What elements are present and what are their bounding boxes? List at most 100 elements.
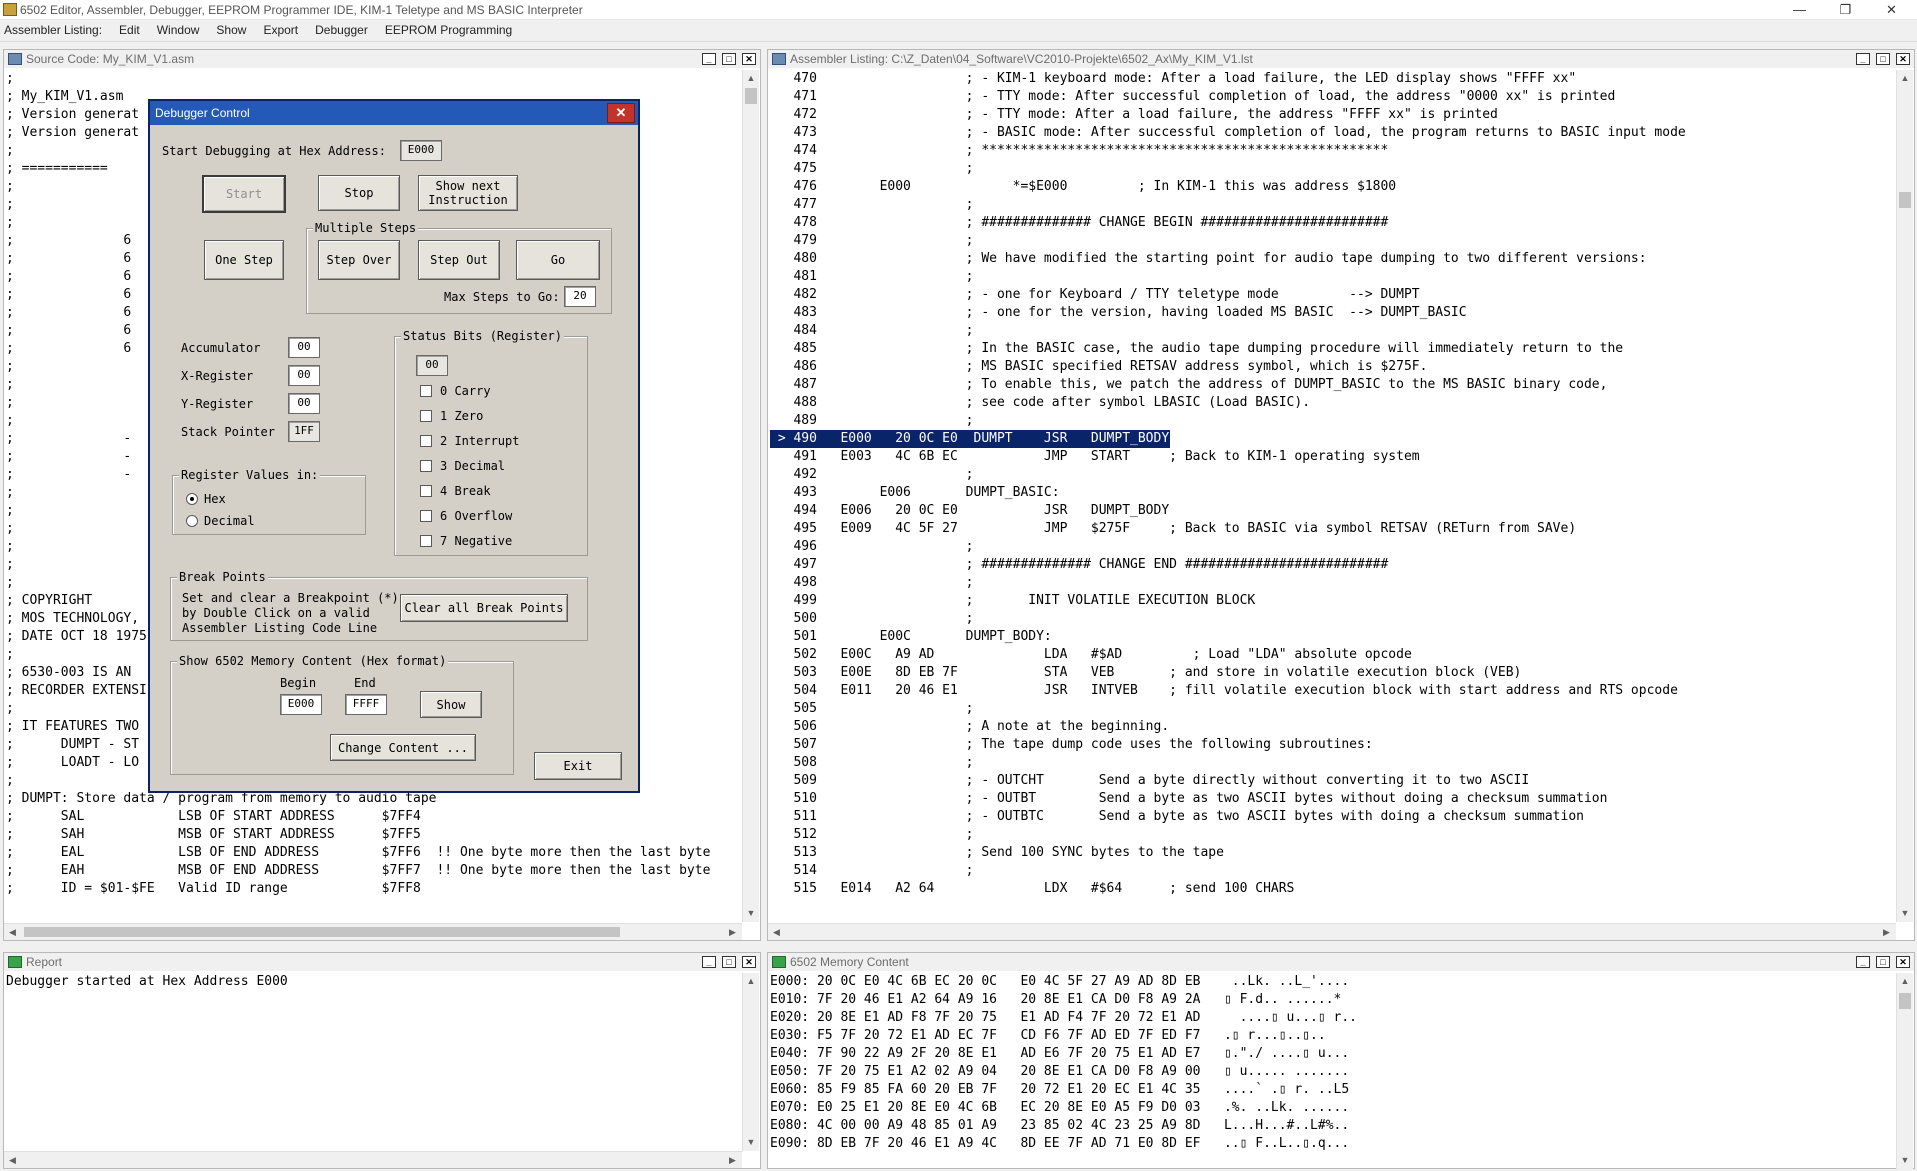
code-line[interactable]: 491 E003 4C 6B EC JMP START ; Back to KI… — [770, 448, 1895, 466]
source-horizontal-scrollbar[interactable]: ◀ ▶ — [4, 923, 742, 940]
scroll-thumb[interactable] — [1899, 993, 1911, 1009]
clear-all-break-points-button[interactable]: Clear all Break Points — [400, 594, 568, 622]
scroll-up-arrow-icon[interactable]: ▲ — [743, 70, 759, 87]
scroll-thumb[interactable] — [745, 88, 757, 104]
code-line[interactable]: 471 ; - TTY mode: After successful compl… — [770, 88, 1895, 106]
x-register-input[interactable]: 00 — [288, 365, 320, 386]
code-line[interactable]: 495 E009 4C 5F 27 JMP $275F ; Back to BA… — [770, 520, 1895, 538]
code-line[interactable]: 472 ; - TTY mode: After a load failure, … — [770, 106, 1895, 124]
status-bit-checkbox[interactable] — [420, 535, 432, 547]
status-bit-checkbox[interactable] — [420, 435, 432, 447]
code-line[interactable]: 485 ; In the BASIC case, the audio tape … — [770, 340, 1895, 358]
report-horizontal-scrollbar[interactable]: ◀ ▶ — [4, 1151, 742, 1168]
memory-maximize-button[interactable]: □ — [1876, 956, 1890, 968]
show-next-instruction-button[interactable]: Show next Instruction — [418, 175, 518, 211]
close-button[interactable]: ✕ — [1869, 0, 1914, 20]
status-bit-checkbox[interactable] — [420, 510, 432, 522]
listing-maximize-button[interactable]: □ — [1876, 53, 1890, 65]
code-line[interactable]: 499 ; INIT VOLATILE EXECUTION BLOCK — [770, 592, 1895, 610]
code-line[interactable]: ; — [6, 70, 741, 88]
code-line[interactable]: 482 ; - one for Keyboard / TTY teletype … — [770, 286, 1895, 304]
code-line[interactable]: E020: 20 8E E1 AD F8 7F 20 75 E1 AD F4 7… — [770, 1009, 1895, 1027]
scroll-left-arrow-icon[interactable]: ◀ — [768, 924, 785, 940]
code-line[interactable]: 487 ; To enable this, we patch the addre… — [770, 376, 1895, 394]
code-line[interactable]: 494 E006 20 0C E0 JSR DUMPT_BODY — [770, 502, 1895, 520]
scroll-down-arrow-icon[interactable]: ▼ — [743, 1134, 759, 1151]
scroll-left-arrow-icon[interactable]: ◀ — [4, 1152, 21, 1168]
code-line[interactable]: 484 ; — [770, 322, 1895, 340]
code-line[interactable]: E010: 7F 20 46 E1 A2 64 A9 16 20 8E E1 C… — [770, 991, 1895, 1009]
code-line[interactable]: 504 E011 20 46 E1 JSR INTVEB ; fill vola… — [770, 682, 1895, 700]
source-minimize-button[interactable]: _ — [702, 53, 716, 65]
memory-begin-input[interactable]: E000 — [280, 694, 322, 715]
report-maximize-button[interactable]: □ — [722, 956, 736, 968]
change-content-button[interactable]: Change Content ... — [330, 734, 476, 761]
step-over-button[interactable]: Step Over — [318, 240, 400, 280]
scroll-down-arrow-icon[interactable]: ▼ — [1897, 1152, 1913, 1169]
show-memory-button[interactable]: Show — [420, 691, 482, 718]
report-close-button[interactable]: ✕ — [742, 956, 756, 968]
code-line[interactable]: 506 ; A note at the beginning. — [770, 718, 1895, 736]
code-line[interactable]: 514 ; — [770, 862, 1895, 880]
menu-eeprom-programming[interactable]: EEPROM Programming — [375, 20, 519, 37]
report-minimize-button[interactable]: _ — [702, 956, 716, 968]
dialog-close-button[interactable]: ✕ — [607, 103, 635, 123]
y-register-input[interactable]: 00 — [288, 393, 320, 414]
code-line[interactable]: 478 ; ############## CHANGE BEGIN ######… — [770, 214, 1895, 232]
scroll-up-arrow-icon[interactable]: ▲ — [1897, 70, 1913, 87]
minimize-button[interactable]: — — [1777, 0, 1822, 20]
code-line[interactable]: 486 ; MS BASIC specified RETSAV address … — [770, 358, 1895, 376]
code-line[interactable]: ; EAL LSB OF END ADDRESS $7FF6 !! One by… — [6, 844, 741, 862]
code-line[interactable]: ; SAL LSB OF START ADDRESS $7FF4 — [6, 808, 741, 826]
source-vertical-scrollbar[interactable]: ▲ ▼ — [742, 70, 759, 922]
code-line[interactable]: 477 ; — [770, 196, 1895, 214]
memory-end-input[interactable]: FFFF — [345, 694, 387, 715]
menu-debugger[interactable]: Debugger — [305, 20, 375, 37]
code-line[interactable]: 511 ; - OUTBTC Send a byte as two ASCII … — [770, 808, 1895, 826]
one-step-button[interactable]: One Step — [204, 240, 284, 280]
radio-decimal[interactable] — [186, 515, 198, 527]
code-line[interactable]: 498 ; — [770, 574, 1895, 592]
code-line[interactable]: E060: 85 F9 85 FA 60 20 EB 7F 20 72 E1 2… — [770, 1081, 1895, 1099]
code-line[interactable]: 503 E00E 8D EB 7F STA VEB ; and store in… — [770, 664, 1895, 682]
memory-vertical-scrollbar[interactable]: ▲ ▼ — [1896, 973, 1913, 1169]
code-line[interactable]: 508 ; — [770, 754, 1895, 772]
code-line[interactable]: 492 ; — [770, 466, 1895, 484]
code-line[interactable]: 500 ; — [770, 610, 1895, 628]
code-line[interactable]: E090: 8D EB 7F 20 46 E1 A9 4C 8D EE 7F A… — [770, 1135, 1895, 1153]
code-line[interactable]: 470 ; - KIM-1 keyboard mode: After a loa… — [770, 70, 1895, 88]
scroll-down-arrow-icon[interactable]: ▼ — [743, 905, 759, 922]
memory-close-button[interactable]: ✕ — [1896, 956, 1910, 968]
code-line[interactable]: E000: 20 0C E0 4C 6B EC 20 0C E0 4C 5F 2… — [770, 973, 1895, 991]
menu-window[interactable]: Window — [147, 20, 207, 37]
status-bit-checkbox[interactable] — [420, 385, 432, 397]
step-out-button[interactable]: Step Out — [418, 240, 500, 280]
restore-button[interactable]: ❐ — [1823, 0, 1868, 20]
code-line[interactable]: 476 E000 *=$E000 ; In KIM-1 this was add… — [770, 178, 1895, 196]
start-address-input[interactable]: E000 — [400, 140, 442, 161]
status-bit-checkbox[interactable] — [420, 460, 432, 472]
listing-minimize-button[interactable]: _ — [1856, 53, 1870, 65]
scroll-right-arrow-icon[interactable]: ▶ — [724, 1152, 741, 1168]
go-button[interactable]: Go — [516, 240, 600, 280]
code-line[interactable]: 489 ; — [770, 412, 1895, 430]
code-line[interactable]: 502 E00C A9 AD LDA #$AD ; Load "LDA" abs… — [770, 646, 1895, 664]
code-line[interactable]: ; SAH MSB OF START ADDRESS $7FF5 — [6, 826, 741, 844]
code-line[interactable]: E030: F5 7F 20 72 E1 AD EC 7F CD F6 7F A… — [770, 1027, 1895, 1045]
code-line[interactable]: 512 ; — [770, 826, 1895, 844]
code-line[interactable]: ; EAH MSB OF END ADDRESS $7FF7 !! One by… — [6, 862, 741, 880]
code-line[interactable]: 474 ; **********************************… — [770, 142, 1895, 160]
menu-show[interactable]: Show — [206, 20, 253, 37]
code-line[interactable]: 479 ; — [770, 232, 1895, 250]
code-line[interactable]: 473 ; - BASIC mode: After successful com… — [770, 124, 1895, 142]
code-line[interactable]: 493 E006 DUMPT_BASIC: — [770, 484, 1895, 502]
code-line[interactable]: 505 ; — [770, 700, 1895, 718]
stop-button[interactable]: Stop — [318, 175, 400, 211]
menu-export[interactable]: Export — [253, 20, 305, 37]
exit-button[interactable]: Exit — [534, 752, 622, 780]
report-vertical-scrollbar[interactable]: ▲ ▼ — [742, 973, 759, 1151]
scroll-left-arrow-icon[interactable]: ◀ — [4, 924, 21, 940]
status-bit-checkbox[interactable] — [420, 410, 432, 422]
code-line[interactable]: 515 E014 A2 64 LDX #$64 ; send 100 CHARS — [770, 880, 1895, 898]
listing-close-button[interactable]: ✕ — [1896, 53, 1910, 65]
